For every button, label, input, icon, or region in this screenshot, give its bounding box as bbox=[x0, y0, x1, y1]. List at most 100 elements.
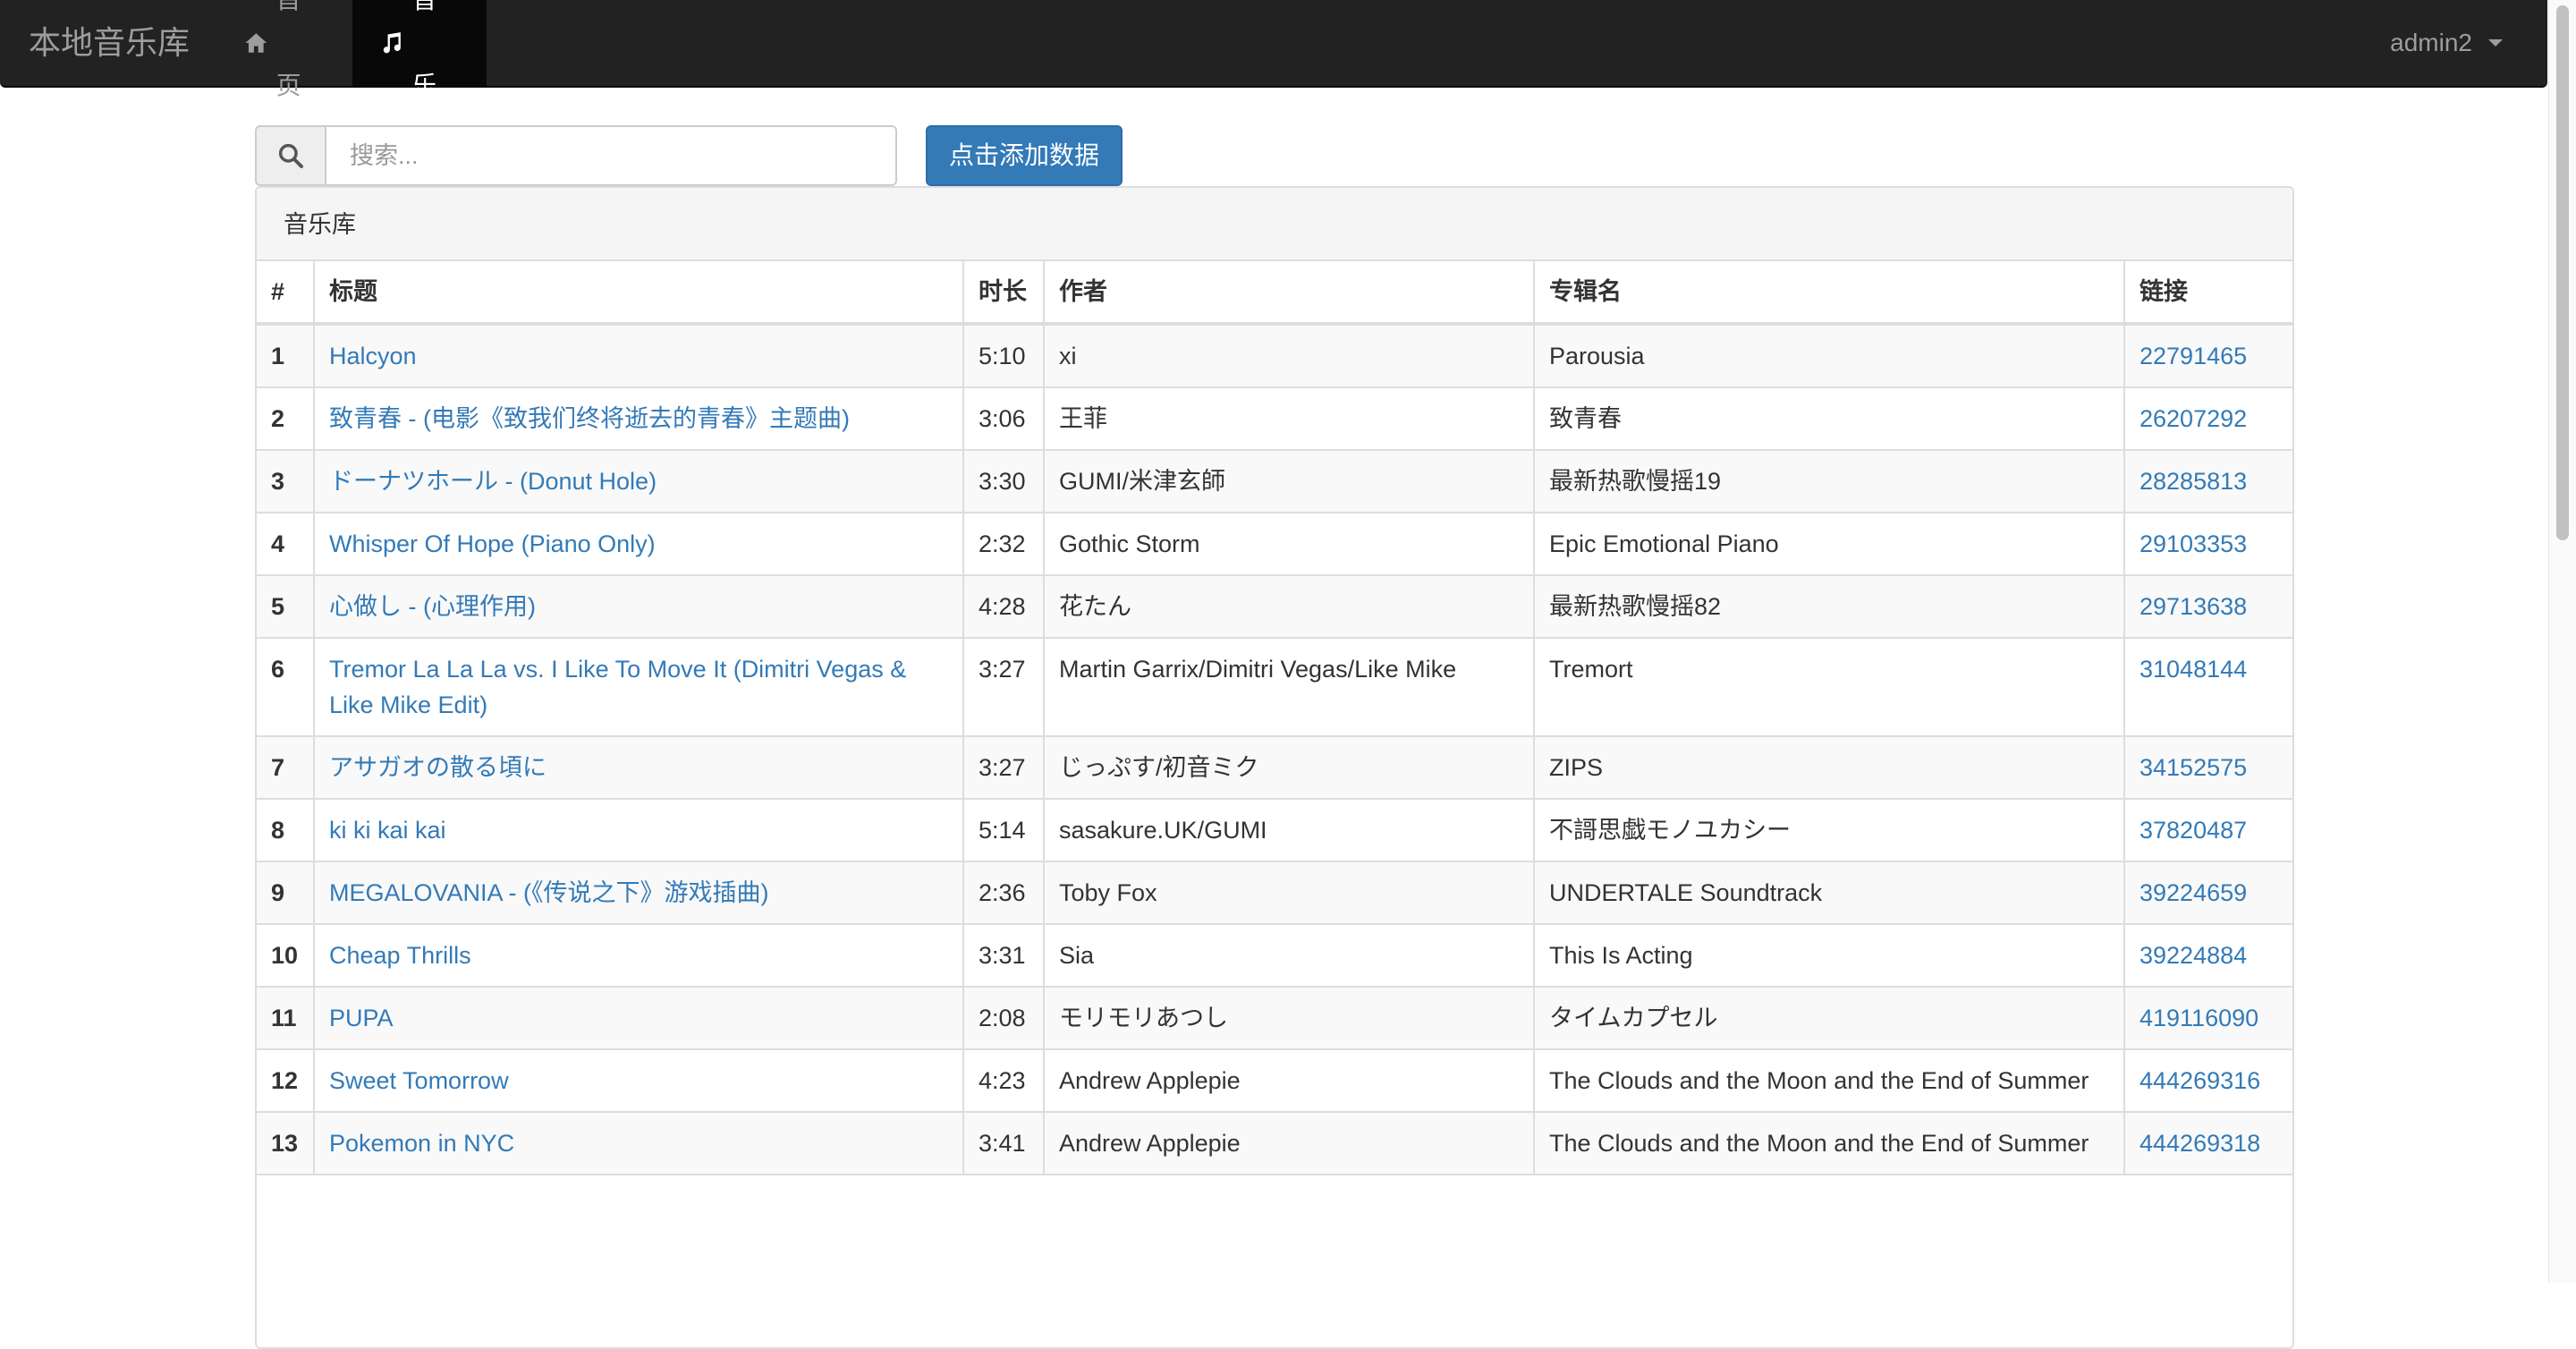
song-id-link[interactable]: 26207292 bbox=[2140, 405, 2247, 432]
table-header-row: # 标题 时长 作者 专辑名 链接 bbox=[257, 261, 2292, 326]
scrollbar-thumb[interactable] bbox=[2556, 5, 2569, 540]
song-id-link[interactable]: 22791465 bbox=[2140, 343, 2247, 369]
cell-title: Whisper Of Hope (Piano Only) bbox=[313, 512, 964, 576]
column-header-artist: 作者 bbox=[1043, 261, 1535, 326]
row-index: 6 bbox=[257, 637, 315, 737]
cell-link: 26207292 bbox=[2123, 386, 2292, 451]
row-duration: 2:32 bbox=[962, 512, 1045, 576]
table-row: 1 Halcyon 5:10 xi Parousia 22791465 bbox=[257, 323, 2292, 388]
song-title-link[interactable]: Sweet Tomorrow bbox=[329, 1067, 509, 1094]
song-title-link[interactable]: PUPA bbox=[329, 1005, 394, 1031]
row-artist: sasakure.UK/GUMI bbox=[1043, 798, 1535, 862]
song-id-link[interactable]: 444269318 bbox=[2140, 1130, 2260, 1157]
table-body: 1 Halcyon 5:10 xi Parousia 22791465 2 致青春 - (电影… bbox=[257, 323, 2292, 1175]
search-icon bbox=[278, 143, 303, 168]
row-artist: 王菲 bbox=[1043, 386, 1535, 451]
nav-home[interactable]: 首页 bbox=[216, 0, 351, 99]
song-id-link[interactable]: 37820487 bbox=[2140, 817, 2247, 844]
row-artist: 花たん bbox=[1043, 574, 1535, 639]
brand-title[interactable]: 本地音乐库 bbox=[29, 0, 190, 86]
cell-link: 419116090 bbox=[2123, 986, 2292, 1050]
cell-link: 39224659 bbox=[2123, 861, 2292, 925]
row-artist: じっぷす/初音ミク bbox=[1043, 735, 1535, 800]
row-album: The Clouds and the Moon and the End of S… bbox=[1533, 1111, 2125, 1175]
cell-title: Cheap Thrills bbox=[313, 923, 964, 988]
song-title-link[interactable]: Cheap Thrills bbox=[329, 942, 471, 969]
song-id-link[interactable]: 419116090 bbox=[2140, 1005, 2258, 1031]
table-row: 3 ドーナツホール - (Donut Hole) 3:30 GUMI/米津玄師 最新热歌… bbox=[257, 449, 2292, 513]
row-album: タイムカプセル bbox=[1533, 986, 2125, 1050]
table-row: 4 Whisper Of Hope (Piano Only) 2:32 Gothic … bbox=[257, 512, 2292, 576]
row-album: Tremort bbox=[1533, 637, 2125, 737]
cell-link: 444269318 bbox=[2123, 1111, 2292, 1175]
navbar: 本地音乐库 首页 音乐 admin2 bbox=[0, 0, 2547, 99]
user-menu[interactable]: admin2 bbox=[2363, 0, 2529, 86]
page-scrollbar[interactable] bbox=[2548, 0, 2576, 1283]
row-duration: 2:36 bbox=[962, 861, 1045, 925]
row-duration: 3:30 bbox=[962, 449, 1045, 513]
cell-link: 39224884 bbox=[2123, 923, 2292, 988]
cell-title: ki ki kai kai bbox=[313, 798, 964, 862]
row-album: The Clouds and the Moon and the End of S… bbox=[1533, 1048, 2125, 1113]
song-id-link[interactable]: 29103353 bbox=[2140, 530, 2247, 557]
row-album: 不謌思戯モノユカシー bbox=[1533, 798, 2125, 862]
caret-down-icon bbox=[2488, 39, 2503, 47]
cell-link: 22791465 bbox=[2123, 323, 2292, 388]
row-album: 最新热歌慢摇19 bbox=[1533, 449, 2125, 513]
table-row: 13 Pokemon in NYC 3:41 Andrew Applepie The C… bbox=[257, 1111, 2292, 1175]
cell-title: MEGALOVANIA - (《传说之下》游戏插曲) bbox=[313, 861, 964, 925]
search-addon[interactable] bbox=[255, 125, 325, 186]
row-duration: 2:08 bbox=[962, 986, 1045, 1050]
cell-title: Pokemon in NYC bbox=[313, 1111, 964, 1175]
row-duration: 5:10 bbox=[962, 323, 1045, 388]
song-title-link[interactable]: 心做し - (心理作用) bbox=[329, 593, 536, 620]
cell-title: 致青春 - (电影《致我们终将逝去的青春》主题曲) bbox=[313, 386, 964, 451]
song-id-link[interactable]: 29713638 bbox=[2140, 593, 2247, 620]
song-id-link[interactable]: 31048144 bbox=[2140, 656, 2247, 683]
row-artist: モリモリあつし bbox=[1043, 986, 1535, 1050]
row-artist: Andrew Applepie bbox=[1043, 1048, 1535, 1113]
nav-music[interactable]: 音乐 bbox=[352, 0, 487, 99]
cell-title: PUPA bbox=[313, 986, 964, 1050]
row-duration: 3:06 bbox=[962, 386, 1045, 451]
row-index: 5 bbox=[257, 574, 315, 639]
table-row: 5 心做し - (心理作用) 4:28 花たん 最新热歌慢摇82 29713638 bbox=[257, 574, 2292, 639]
row-album: Parousia bbox=[1533, 323, 2125, 388]
row-index: 9 bbox=[257, 861, 315, 925]
row-index: 7 bbox=[257, 735, 315, 800]
song-title-link[interactable]: ki ki kai kai bbox=[329, 817, 446, 844]
column-header-title: 标题 bbox=[313, 261, 964, 326]
row-index: 4 bbox=[257, 512, 315, 576]
song-title-link[interactable]: アサガオの散る頃に bbox=[329, 754, 547, 781]
cell-link: 29103353 bbox=[2123, 512, 2292, 576]
song-title-link[interactable]: MEGALOVANIA - (《传说之下》游戏插曲) bbox=[329, 879, 769, 906]
panel-title: 音乐库 bbox=[257, 188, 2292, 261]
song-title-link[interactable]: Halcyon bbox=[329, 343, 417, 369]
row-duration: 3:27 bbox=[962, 637, 1045, 737]
song-id-link[interactable]: 39224659 bbox=[2140, 879, 2247, 906]
song-title-link[interactable]: 致青春 - (电影《致我们终将逝去的青春》主题曲) bbox=[329, 405, 850, 432]
song-title-link[interactable]: ドーナツホール - (Donut Hole) bbox=[329, 468, 657, 495]
row-artist: Sia bbox=[1043, 923, 1535, 988]
row-duration: 4:23 bbox=[962, 1048, 1045, 1113]
table-row: 10 Cheap Thrills 3:31 Sia This Is Acting 3922… bbox=[257, 923, 2292, 988]
cell-link: 31048144 bbox=[2123, 637, 2292, 737]
cell-title: Halcyon bbox=[313, 323, 964, 388]
row-album: 最新热歌慢摇82 bbox=[1533, 574, 2125, 639]
column-header-link: 链接 bbox=[2123, 261, 2292, 326]
search-input[interactable] bbox=[325, 125, 897, 186]
song-id-link[interactable]: 39224884 bbox=[2140, 942, 2247, 969]
table-row: 2 致青春 - (电影《致我们终将逝去的青春》主题曲) 3:06 王菲 致青春 26207… bbox=[257, 386, 2292, 451]
song-title-link[interactable]: Whisper Of Hope (Piano Only) bbox=[329, 530, 656, 557]
song-title-link[interactable]: Pokemon in NYC bbox=[329, 1130, 514, 1157]
row-album: ZIPS bbox=[1533, 735, 2125, 800]
song-id-link[interactable]: 34152575 bbox=[2140, 754, 2247, 781]
table-row: 8 ki ki kai kai 5:14 sasakure.UK/GUMI 不謌思戯モノ… bbox=[257, 798, 2292, 862]
song-id-link[interactable]: 28285813 bbox=[2140, 468, 2247, 495]
add-data-button[interactable]: 点击添加数据 bbox=[926, 125, 1123, 186]
song-title-link[interactable]: Tremor La La La vs. I Like To Move It (D… bbox=[329, 656, 906, 718]
music-library-panel: 音乐库 # 标题 时长 作者 专辑名 链接 1 Halcyon 5:10 xi Paro… bbox=[255, 186, 2294, 1349]
song-id-link[interactable]: 444269316 bbox=[2140, 1067, 2260, 1094]
table-row: 11 PUPA 2:08 モリモリあつし タイムカプセル 419116090 bbox=[257, 986, 2292, 1050]
row-artist: Martin Garrix/Dimitri Vegas/Like Mike bbox=[1043, 637, 1535, 737]
